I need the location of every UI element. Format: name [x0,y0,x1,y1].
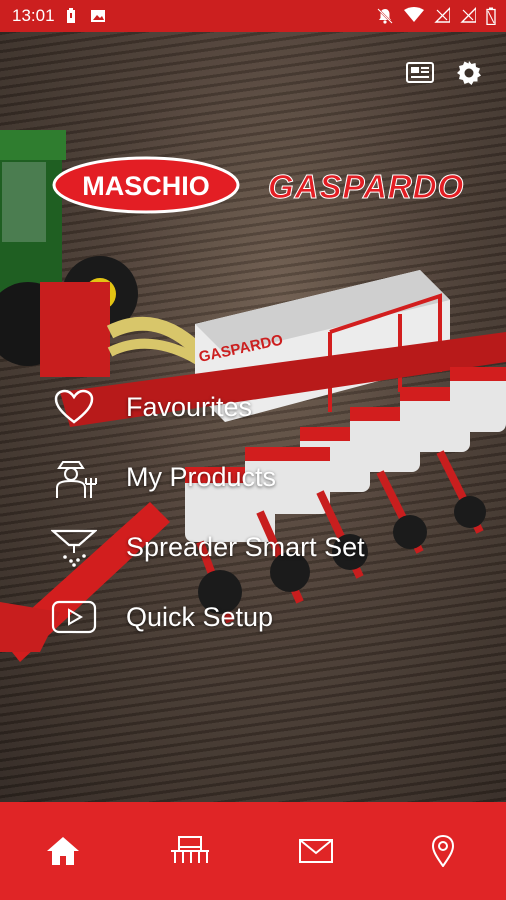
play-video-icon [50,593,98,641]
main-menu: Favourites My Products Spreader Smart Se… [50,372,365,652]
menu-label-favourites: Favourites [126,391,253,422]
notifications-off-icon [377,8,393,24]
menu-label-quick-setup: Quick Setup [126,601,274,632]
gaspardo-logo: GASPARDO [267,168,465,206]
news-icon[interactable] [406,60,434,84]
location-pin-icon [431,835,454,867]
top-actions [406,60,482,86]
battery-full-icon [486,7,496,25]
menu-item-my-products[interactable]: My Products [50,442,365,512]
machine-icon [170,836,209,863]
status-left-icons [66,8,106,24]
nav-home-button[interactable] [33,821,93,881]
image-icon [91,10,105,22]
heart-icon [50,383,98,431]
hero-background: GASPARDO MASCHIO GASPARDO Favourites My … [0,32,506,802]
maschio-logo-text: MASCHIO [82,171,210,201]
spreader-icon [50,523,98,571]
mail-icon [299,839,334,863]
menu-label-spreader-smart-set: Spreader Smart Set [126,531,365,562]
home-icon [47,837,80,865]
menu-item-spreader-smart-set[interactable]: Spreader Smart Set [50,512,365,582]
status-time: 13:01 [12,6,55,25]
nav-mail-button[interactable] [286,821,346,881]
menu-item-favourites[interactable]: Favourites [50,372,365,442]
maschio-logo: MASCHIO [52,156,240,214]
status-right-icons [376,7,496,25]
settings-gear-icon[interactable] [456,60,482,86]
status-bar: 13:01 [0,0,506,32]
signal-icon [434,7,450,23]
nav-machines-button[interactable] [160,821,220,881]
farmer-icon [50,453,98,501]
nav-location-button[interactable] [413,821,473,881]
menu-item-quick-setup[interactable]: Quick Setup [50,582,365,652]
battery-icon [67,8,75,23]
menu-label-my-products: My Products [126,461,277,492]
signal-icon-2 [460,7,476,23]
wifi-icon [404,7,424,22]
bottom-navigation [0,802,506,900]
